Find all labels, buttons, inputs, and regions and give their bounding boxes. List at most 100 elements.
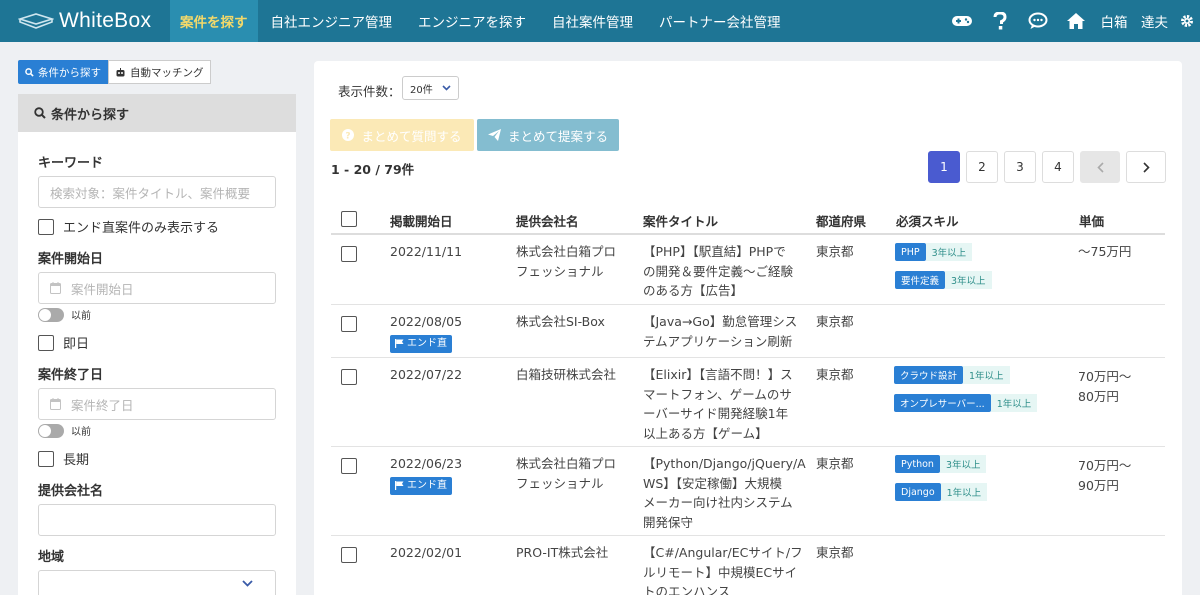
tab-condition-search-label: 条件から探す bbox=[38, 66, 101, 79]
col-price[interactable]: 単価 bbox=[1079, 211, 1104, 230]
page-3[interactable]: 3 bbox=[1004, 151, 1036, 183]
start-date-label: 案件開始日 bbox=[38, 252, 104, 267]
start-date-input[interactable]: 案件開始日 bbox=[38, 272, 276, 304]
bulk-question-button[interactable]: ? まとめて質問する bbox=[330, 119, 474, 151]
title-line: 【C#/Angular/ECサイト/フ bbox=[643, 545, 803, 560]
row-checkbox[interactable] bbox=[341, 246, 357, 262]
skill-tag: Python 3年以上 bbox=[895, 455, 987, 473]
logo-text: WhiteBox bbox=[59, 9, 152, 32]
page-2[interactable]: 2 bbox=[966, 151, 998, 183]
help-icon[interactable] bbox=[981, 0, 1019, 42]
row-checkbox[interactable] bbox=[341, 547, 357, 563]
nav-item-search-engineers[interactable]: エンジニアを探す bbox=[405, 0, 539, 42]
bulk-propose-button[interactable]: まとめて提案する bbox=[477, 119, 619, 151]
row-date: 2022/11/11 bbox=[390, 244, 463, 259]
row-title[interactable]: 【Elixir】【言語不問！】ス マートフォン、ゲームのサ ーバーサイド開発経験… bbox=[643, 365, 793, 443]
company-input[interactable] bbox=[38, 504, 276, 536]
row-company[interactable]: 株式会社白箱プロ フェッショナル bbox=[516, 454, 616, 493]
col-company[interactable]: 提供会社名 bbox=[516, 211, 579, 230]
paper-plane-icon bbox=[487, 129, 501, 141]
region-select[interactable] bbox=[38, 570, 276, 595]
end-date-label: 案件終了日 bbox=[38, 368, 104, 383]
next-page-button[interactable] bbox=[1126, 151, 1166, 183]
nav-item-partners[interactable]: パートナー会社管理 bbox=[646, 0, 794, 42]
end-date-input[interactable]: 案件終了日 bbox=[38, 388, 276, 420]
row-pref: 東京都 bbox=[816, 244, 854, 259]
result-range: 1 - 20 / 79件 bbox=[331, 162, 415, 177]
keyword-input[interactable]: 検索対象：案件タイトル、案件概要 bbox=[38, 176, 276, 208]
checkbox[interactable] bbox=[38, 450, 54, 467]
skill-name: Django bbox=[895, 483, 941, 501]
display-count-select[interactable]: 20件 bbox=[402, 76, 459, 100]
chat-icon[interactable] bbox=[1019, 0, 1057, 42]
start-before-label: 以前 bbox=[71, 311, 91, 322]
table-row[interactable]: 2022/06/23 エンド直 株式会社白箱プロ フェッショナル 【Python… bbox=[331, 447, 1165, 536]
gamepad-icon[interactable] bbox=[943, 0, 981, 42]
calendar-icon bbox=[50, 398, 61, 410]
nav-item-search-projects[interactable]: 案件を探す bbox=[170, 0, 258, 42]
long-term-checkbox[interactable]: 長期 bbox=[38, 449, 89, 468]
checkbox[interactable] bbox=[38, 334, 54, 351]
tab-condition-search[interactable]: 条件から探す bbox=[18, 60, 108, 84]
logo-mark-icon bbox=[18, 13, 54, 29]
company-line: フェッショナル bbox=[516, 475, 604, 491]
row-title[interactable]: 【C#/Angular/ECサイト/フ ルリモート】中規模ECサイ トのエンハン… bbox=[643, 543, 803, 595]
table-row[interactable]: 2022/02/01 PRO-IT株式会社 【C#/Angular/ECサイト/… bbox=[331, 536, 1165, 595]
price-line: 80万円 bbox=[1078, 388, 1119, 404]
checkbox[interactable] bbox=[38, 218, 54, 235]
row-date: 2022/06/23 bbox=[390, 456, 463, 471]
skill-name: クラウド設計 bbox=[894, 366, 964, 384]
chevron-down-icon bbox=[442, 85, 451, 91]
skill-tag: オンプレサーバー... 1年以上 bbox=[894, 394, 1038, 412]
row-checkbox[interactable] bbox=[341, 316, 357, 332]
end-direct-badge: エンド直 bbox=[390, 334, 452, 353]
user-name[interactable]: 白箱 達夫 bbox=[1095, 11, 1175, 31]
immediate-checkbox[interactable]: 即日 bbox=[38, 333, 89, 352]
app-logo[interactable]: WhiteBox bbox=[0, 0, 170, 42]
col-title[interactable]: 案件タイトル bbox=[643, 211, 718, 230]
col-skills[interactable]: 必須スキル bbox=[896, 211, 959, 230]
nav-item-own-projects[interactable]: 自社案件管理 bbox=[539, 0, 646, 42]
table-row[interactable]: 2022/11/11 株式会社白箱プロ フェッショナル 【PHP】【駅直結】PH… bbox=[331, 235, 1165, 305]
row-title[interactable]: 【Java→Go】勤怠管理シス テムアプリケーション刷新 bbox=[643, 312, 797, 351]
row-date: 2022/08/05 bbox=[390, 314, 463, 329]
question-circle-icon: ? bbox=[342, 129, 355, 141]
row-title[interactable]: 【Python/Django/jQuery/A WS】【安定稼働】大規模 メーカ… bbox=[643, 454, 806, 532]
toggle-switch[interactable] bbox=[38, 307, 64, 322]
row-checkbox[interactable] bbox=[341, 369, 357, 385]
search-mode-tabs: 条件から探す 自動マッチング bbox=[18, 60, 211, 84]
end-direct-label: エンド直 bbox=[407, 479, 447, 491]
table-row[interactable]: 2022/07/22 白箱技研株式会社 【Elixir】【言語不問！】ス マート… bbox=[331, 358, 1165, 447]
end-before-toggle[interactable]: 以前 bbox=[38, 423, 91, 438]
skill-name: Python bbox=[895, 455, 940, 473]
col-date[interactable]: 掲載開始日 bbox=[390, 211, 453, 230]
gear-icon[interactable] bbox=[1174, 0, 1200, 42]
col-pref[interactable]: 都道府県 bbox=[816, 211, 866, 230]
select-all-checkbox[interactable] bbox=[341, 211, 357, 227]
title-line: メーカー向け社内システム bbox=[643, 495, 793, 510]
row-pref: 東京都 bbox=[816, 367, 854, 382]
home-icon[interactable] bbox=[1057, 0, 1095, 42]
row-company[interactable]: 株式会社SI-Box bbox=[516, 312, 605, 332]
row-company[interactable]: 株式会社白箱プロ フェッショナル bbox=[516, 242, 616, 281]
nav-item-own-engineers[interactable]: 自社エンジニア管理 bbox=[258, 0, 406, 42]
nav-right: 白箱 達夫 bbox=[943, 0, 1200, 42]
toggle-switch[interactable] bbox=[38, 423, 64, 438]
page-1[interactable]: 1 bbox=[928, 151, 960, 183]
row-date-cell: 2022/06/23 エンド直 bbox=[390, 454, 462, 496]
row-checkbox[interactable] bbox=[341, 458, 357, 474]
calendar-icon bbox=[50, 282, 61, 294]
tab-auto-matching[interactable]: 自動マッチング bbox=[108, 60, 211, 84]
page-4[interactable]: 4 bbox=[1042, 151, 1074, 183]
table-row[interactable]: 2022/08/05 エンド直 株式会社SI-Box 【Java→Go】勤怠管理… bbox=[331, 305, 1165, 358]
skill-name: PHP bbox=[895, 243, 926, 261]
start-before-toggle[interactable]: 以前 bbox=[38, 307, 91, 322]
search-panel: 条件から探す キーワード 検索対象：案件タイトル、案件概要 エンド直案件のみ表示… bbox=[18, 94, 296, 595]
skill-years: 3年以上 bbox=[945, 271, 992, 289]
company-line: フェッショナル bbox=[516, 263, 604, 279]
prev-page-button[interactable] bbox=[1080, 151, 1120, 183]
row-title[interactable]: 【PHP】【駅直結】PHPで の開発＆要件定義～ご経験 のある方【広告】 bbox=[643, 242, 793, 301]
row-company[interactable]: PRO-IT株式会社 bbox=[516, 543, 608, 563]
end-only-checkbox[interactable]: エンド直案件のみ表示する bbox=[38, 217, 219, 236]
row-company[interactable]: 白箱技研株式会社 bbox=[516, 365, 616, 385]
